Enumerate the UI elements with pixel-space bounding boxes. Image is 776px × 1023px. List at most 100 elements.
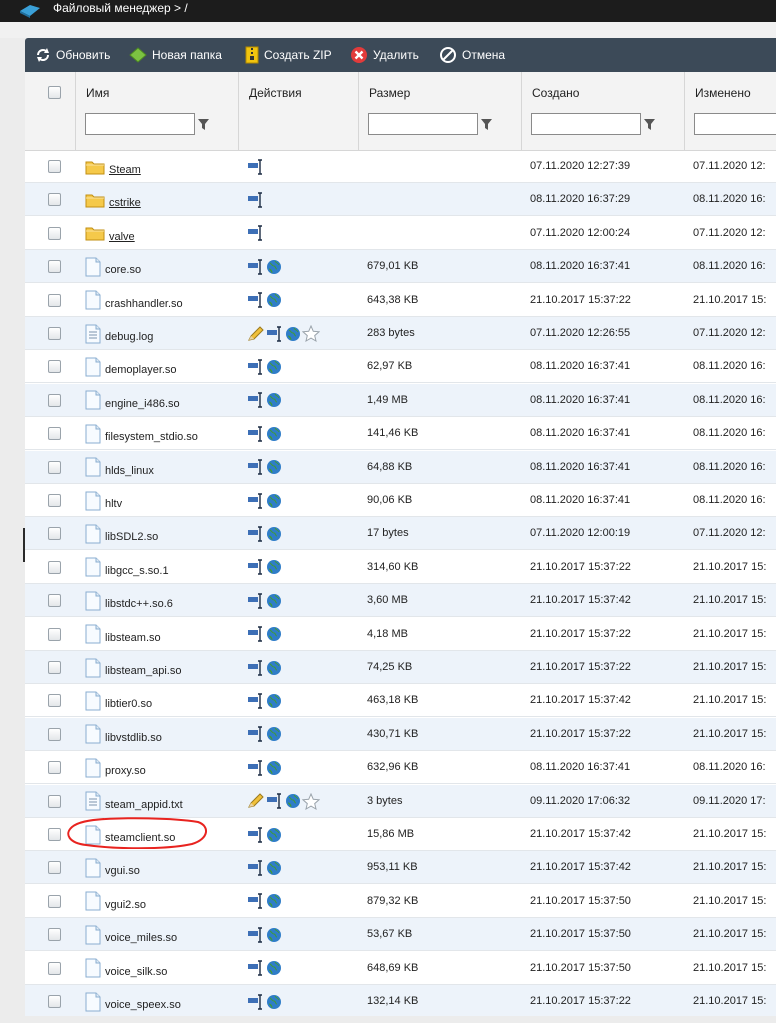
file-row[interactable]: steam_appid.txt 3 bytes 09.11.2020 17:06:3… [25, 784, 776, 818]
globe-icon[interactable] [266, 927, 282, 943]
file-name[interactable]: cstrike [109, 197, 141, 209]
row-checkbox[interactable] [48, 995, 61, 1008]
rename-icon[interactable] [266, 793, 284, 809]
file-name-cell[interactable]: libstdc++.so.6 [85, 584, 173, 617]
modified-filter-input[interactable] [694, 113, 776, 135]
row-checkbox[interactable] [48, 627, 61, 641]
file-row[interactable]: steamclient.so 15,86 MB 21.10.2017 15:37:4… [25, 818, 776, 851]
rename-icon[interactable] [247, 993, 265, 1010]
edit-pencil-icon[interactable] [247, 793, 265, 809]
column-header-size[interactable]: Размер [358, 72, 521, 112]
file-name-cell[interactable]: libgcc_s.so.1 [85, 551, 169, 584]
size-filter-input[interactable] [368, 113, 478, 135]
file-name-cell[interactable]: steam_appid.txt [85, 785, 183, 818]
globe-icon[interactable] [266, 559, 282, 575]
row-checkbox[interactable] [48, 494, 61, 507]
file-row[interactable]: crashhandler.so 643,38 KB 21.10.2017 15:37… [25, 284, 776, 317]
rename-icon[interactable] [247, 693, 265, 709]
file-row[interactable]: filesystem_stdio.so 141,46 KB 08.11.2020 1… [25, 417, 776, 451]
rename-icon[interactable] [247, 592, 265, 609]
file-name-cell[interactable]: steamclient.so [85, 818, 175, 851]
file-name[interactable]: valve [109, 231, 135, 243]
row-checkbox[interactable] [48, 894, 61, 908]
file-name-cell[interactable]: libsteam_api.so [85, 651, 181, 684]
globe-icon[interactable] [266, 259, 282, 275]
file-name-cell[interactable]: filesystem_stdio.so [85, 417, 198, 450]
row-checkbox[interactable] [48, 527, 61, 541]
column-header-created[interactable]: Создано [521, 72, 684, 112]
column-header-name[interactable]: Имя [75, 72, 238, 112]
rename-icon[interactable] [247, 826, 265, 843]
file-name-cell[interactable]: Steam [85, 150, 141, 183]
file-name-cell[interactable]: voice_speex.so [85, 985, 181, 1016]
row-checkbox[interactable] [48, 828, 61, 841]
file-row[interactable]: Steam 07.11.2020 12:27:39 07.11.2020 12: [25, 150, 776, 183]
rename-icon[interactable] [247, 960, 265, 976]
created-filter-input[interactable] [531, 113, 641, 135]
globe-icon[interactable] [266, 893, 282, 909]
filter-icon[interactable] [198, 119, 209, 130]
rename-icon[interactable] [266, 325, 284, 342]
globe-icon[interactable] [285, 793, 301, 809]
row-checkbox[interactable] [48, 360, 61, 374]
file-name-cell[interactable]: crashhandler.so [85, 284, 183, 317]
file-name-cell[interactable]: proxy.so [85, 751, 146, 784]
row-checkbox[interactable] [48, 761, 61, 775]
file-row[interactable]: vgui.so 953,11 KB 21.10.2017 15:37:42 21.10… [25, 851, 776, 885]
row-checkbox[interactable] [48, 727, 61, 741]
file-row[interactable]: proxy.so 632,96 KB 08.11.2020 16:37:41 08.1… [25, 751, 776, 785]
file-row[interactable]: hlds_linux 64,88 KB 08.11.2020 16:37:41 08.… [25, 450, 776, 484]
globe-icon[interactable] [266, 526, 282, 542]
row-checkbox[interactable] [48, 928, 61, 942]
rename-icon[interactable] [247, 392, 265, 408]
file-name-cell[interactable]: core.so [85, 250, 141, 283]
row-checkbox[interactable] [48, 160, 61, 173]
rename-icon[interactable] [247, 860, 265, 876]
rename-icon[interactable] [247, 459, 265, 475]
globe-icon[interactable] [266, 392, 282, 408]
file-row[interactable]: valve 07.11.2020 12:00:24 07.11.2020 12: [25, 217, 776, 250]
rename-icon[interactable] [247, 258, 265, 275]
file-row[interactable]: hltv 90,06 KB 08.11.2020 16:37:41 08.11.202… [25, 484, 776, 517]
row-checkbox[interactable] [48, 226, 61, 240]
file-name-cell[interactable]: valve [85, 217, 135, 250]
filter-icon[interactable] [644, 119, 655, 130]
rename-icon[interactable] [247, 559, 265, 575]
rename-icon[interactable] [247, 893, 265, 909]
name-filter-input[interactable] [85, 113, 195, 135]
edit-pencil-icon[interactable] [247, 325, 265, 342]
rename-icon[interactable] [247, 492, 265, 509]
file-row[interactable]: cstrike 08.11.2020 16:37:29 08.11.2020 16: [25, 183, 776, 217]
refresh-button[interactable]: Обновить [35, 38, 110, 72]
globe-icon[interactable] [266, 726, 282, 742]
rename-icon[interactable] [247, 626, 265, 642]
globe-icon[interactable] [266, 292, 282, 308]
file-row[interactable]: voice_speex.so 132,14 KB 21.10.2017 15:37:… [25, 985, 776, 1016]
favorite-star-icon[interactable] [302, 792, 320, 810]
globe-icon[interactable] [266, 827, 282, 843]
globe-icon[interactable] [266, 660, 282, 676]
globe-icon[interactable] [266, 960, 282, 976]
file-name-cell[interactable]: libvstdlib.so [85, 718, 162, 751]
globe-icon[interactable] [266, 860, 282, 876]
globe-icon[interactable] [266, 593, 282, 609]
file-name-cell[interactable]: voice_silk.so [85, 952, 167, 985]
file-name-cell[interactable]: hltv [85, 484, 122, 517]
file-name-cell[interactable]: hlds_linux [85, 451, 154, 484]
file-row[interactable]: debug.log 283 bytes 07.11.2020 12:26:55 07.… [25, 317, 776, 350]
row-checkbox[interactable] [48, 560, 61, 574]
filter-icon[interactable] [481, 119, 492, 130]
row-checkbox[interactable] [48, 393, 61, 407]
row-checkbox[interactable] [48, 193, 61, 207]
row-checkbox[interactable] [48, 427, 61, 441]
globe-icon[interactable] [285, 326, 301, 342]
rename-icon[interactable] [247, 292, 265, 308]
rename-icon[interactable] [247, 926, 265, 943]
rename-icon[interactable] [247, 359, 265, 375]
file-row[interactable]: demoplayer.so 62,97 KB 08.11.2020 16:37:41… [25, 350, 776, 384]
row-checkbox[interactable] [48, 460, 61, 474]
file-row[interactable]: engine_i486.so 1,49 MB 08.11.2020 16:37:41… [25, 383, 776, 417]
file-row[interactable]: voice_miles.so 53,67 KB 21.10.2017 15:37:5… [25, 918, 776, 952]
file-row[interactable]: libvstdlib.so 430,71 KB 21.10.2017 15:37:2… [25, 717, 776, 751]
file-row[interactable]: libsteam_api.so 74,25 KB 21.10.2017 15:37:… [25, 651, 776, 684]
